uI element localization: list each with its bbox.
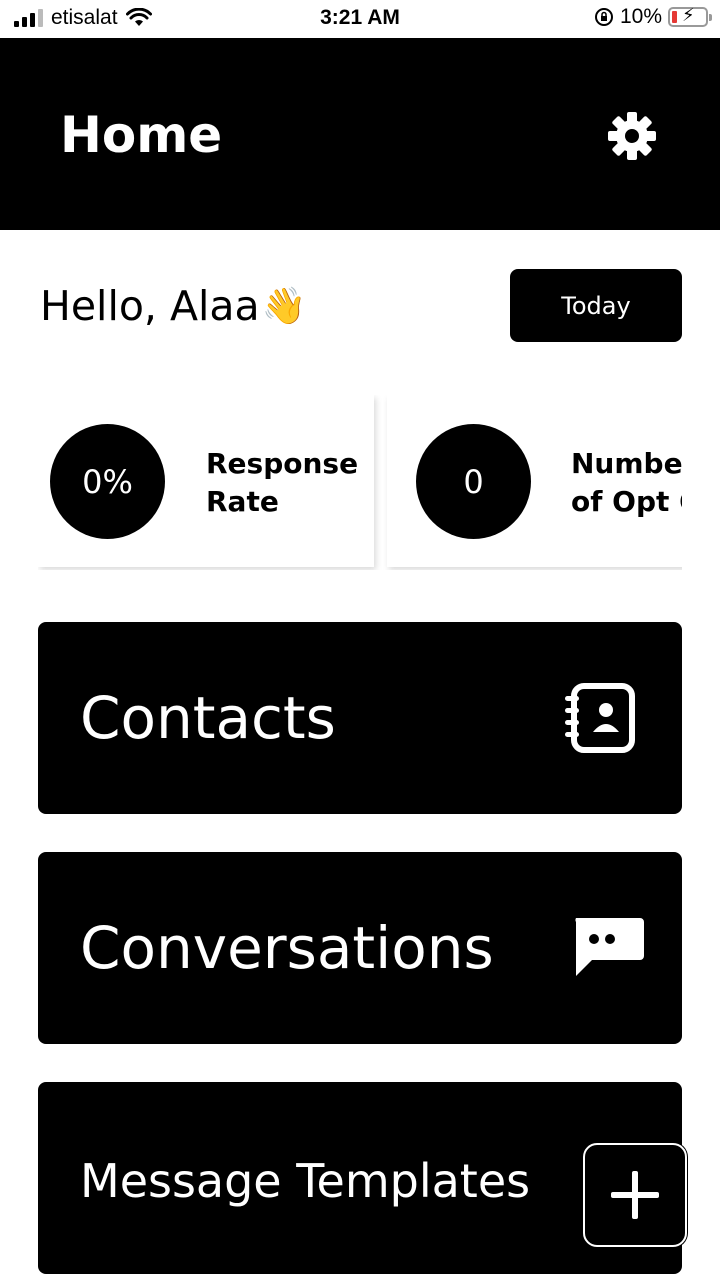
contacts-card[interactable]: Contacts: [38, 622, 682, 814]
status-right: 10% ⚡: [594, 5, 712, 29]
greeting: Hello, Alaa 👋: [40, 282, 307, 330]
stat-card-opt-out: 0 Number of Opt O: [387, 395, 682, 567]
waving-hand-icon: 👋: [261, 286, 307, 327]
contacts-label: Contacts: [80, 684, 336, 752]
greeting-text: Hello, Alaa: [40, 282, 260, 330]
stat-label: Number of Opt O: [571, 447, 682, 518]
period-filter-button[interactable]: Today: [510, 269, 682, 342]
stat-card-response-rate: 0% Response Rate: [38, 395, 374, 567]
conversations-label: Conversations: [80, 914, 494, 982]
add-button[interactable]: [583, 1143, 687, 1247]
conversations-card[interactable]: Conversations: [38, 852, 682, 1044]
plus-icon: [611, 1171, 659, 1219]
message-templates-label: Message Templates: [80, 1154, 531, 1208]
stats-carousel[interactable]: 0% Response Rate 0 Number of Opt O: [38, 395, 682, 570]
orientation-lock-icon: [594, 8, 613, 26]
page-title: Home: [60, 106, 223, 164]
battery-percent: 10%: [619, 5, 662, 28]
stat-value: 0%: [50, 424, 165, 539]
app-header: Home: [0, 38, 720, 230]
stat-label: Response Rate: [206, 447, 359, 518]
stat-value: 0: [416, 424, 531, 539]
gear-icon[interactable]: [606, 110, 658, 162]
chat-bubble-icon: [575, 918, 644, 976]
status-bar: etisalat 3:21 AM 10% ⚡: [0, 0, 720, 38]
contacts-book-icon: [565, 683, 635, 753]
battery-charging-icon: ⚡: [668, 6, 712, 27]
